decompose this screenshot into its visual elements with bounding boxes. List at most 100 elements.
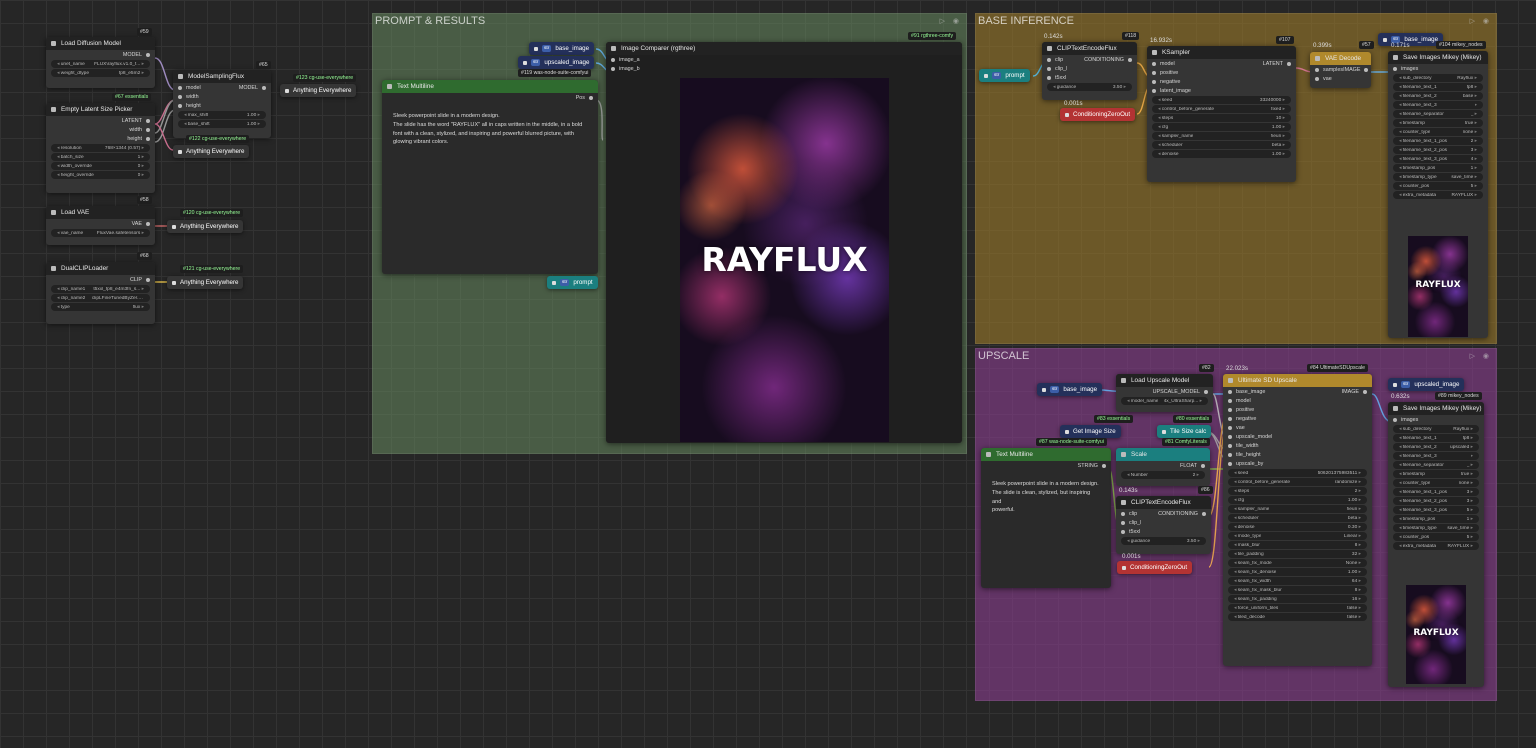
base-image-getter[interactable]: str base_image: [529, 42, 595, 55]
widget-seed[interactable]: seed506201375983511: [1228, 469, 1367, 477]
prompt-getter[interactable]: str prompt: [979, 69, 1030, 82]
upscale-model-input[interactable]: upscale_model: [1228, 434, 1272, 440]
widget-control-before-generate[interactable]: control_before_generaterandomize: [1228, 478, 1367, 486]
ksampler-node[interactable]: KSampler model LATENT positive negative l…: [1147, 46, 1296, 182]
guidance-widget[interactable]: guidance3.50: [1121, 537, 1206, 545]
widget-timestamp-pos[interactable]: timestamp_pos1: [1393, 164, 1483, 172]
upscaled-image-getter[interactable]: str upscaled_image: [518, 56, 595, 69]
t5xxl-input[interactable]: t5xxl: [1121, 529, 1140, 535]
negative-input[interactable]: negative: [1152, 79, 1180, 85]
image-a-input[interactable]: image_a: [611, 57, 640, 63]
vae-input[interactable]: vae: [1228, 425, 1245, 431]
model-sampling-flux-node[interactable]: ModelSamplingFlux model MODEL width heigh…: [173, 70, 271, 138]
base-output-preview[interactable]: RAYFLUX: [1408, 236, 1468, 337]
t5xxl-input[interactable]: t5xxl: [1047, 75, 1066, 81]
save-images-mikey-upscale-node[interactable]: Save Images Mikey (Mikey) images sub_dir…: [1388, 402, 1484, 687]
widget-timestamp-type[interactable]: timestamp_typesave_time: [1393, 524, 1479, 532]
widget-sub-directory[interactable]: sub_directoryRayflux: [1393, 425, 1479, 433]
model-input[interactable]: model: [1228, 398, 1251, 404]
upscaled-output-preview[interactable]: RAYFLUX: [1406, 585, 1466, 684]
widget-sampler-name[interactable]: sampler_nameheun: [1152, 132, 1291, 140]
clip-type-widget[interactable]: typeflux: [51, 303, 150, 311]
negative-input[interactable]: negative: [1228, 416, 1256, 422]
anything-everywhere-121[interactable]: Anything Everywhere: [167, 276, 244, 289]
string-output[interactable]: STRING: [1078, 463, 1106, 469]
anything-everywhere-120[interactable]: Anything Everywhere: [167, 220, 244, 233]
number-widget[interactable]: Number2: [1121, 471, 1205, 479]
positive-input[interactable]: positive: [1228, 407, 1254, 413]
widget-filename-text-1[interactable]: filename_text_1fp8: [1393, 434, 1479, 442]
save-images-mikey-base-node[interactable]: Save Images Mikey (Mikey) images sub_dir…: [1388, 51, 1488, 338]
widget-sampler-name[interactable]: sampler_nameheun: [1228, 505, 1367, 513]
get-image-size-node[interactable]: Get Image Size: [1060, 425, 1121, 438]
widget-filename-text-3-pos[interactable]: filename_text_3_pos4: [1393, 155, 1483, 163]
widget-scheduler[interactable]: schedulerbeta: [1152, 141, 1291, 149]
widget-force-uniform-tiles[interactable]: force_uniform_tilesfalse: [1228, 604, 1367, 612]
anything-everywhere-123[interactable]: Anything Everywhere: [280, 84, 357, 97]
widget-extra-metadata[interactable]: extra_metadataRAYFLUX: [1393, 191, 1483, 199]
clip-name2-widget[interactable]: clip_name2clipLFineTunedByZer...: [51, 294, 150, 302]
latent-output[interactable]: LATENT: [122, 118, 150, 124]
base-image-input[interactable]: base_image: [1228, 389, 1265, 395]
model-output[interactable]: MODEL: [239, 85, 266, 91]
widget-extra-metadata[interactable]: extra_metadataRAYFLUX: [1393, 542, 1479, 550]
clip-text-encode-flux-upscale-node[interactable]: CLIPTextEncodeFlux clip CONDITIONING clip…: [1116, 496, 1211, 554]
widget-counter-pos[interactable]: counter_pos5: [1393, 533, 1479, 541]
widget-scheduler[interactable]: schedulerbeta: [1228, 514, 1367, 522]
widget-timestamp-type[interactable]: timestamp_typesave_time: [1393, 173, 1483, 181]
load-vae-node[interactable]: Load VAE VAE vae_nameFluxVae.safetensors: [46, 206, 155, 245]
widget-counter-type[interactable]: counter_typenone: [1393, 479, 1479, 487]
widget-filename-text-3-pos[interactable]: filename_text_3_pos5: [1393, 506, 1479, 514]
max-shift-widget[interactable]: max_shift1.00: [178, 111, 266, 119]
widget-filename-text-2[interactable]: filename_text_2base: [1393, 92, 1483, 100]
load-diffusion-model-node[interactable]: Load Diffusion Model MODEL unet_nameFLUX…: [46, 37, 155, 88]
widget-filename-text-3[interactable]: filename_text_3: [1393, 101, 1483, 109]
base-shift-widget[interactable]: base_shift1.00: [178, 120, 266, 128]
upscaled-image-setter[interactable]: str upscaled_image: [1388, 378, 1465, 391]
vae-name-widget[interactable]: vae_nameFluxVae.safetensors: [51, 229, 150, 237]
float-output[interactable]: FLOAT: [1180, 463, 1205, 469]
widget-filename-text-1-pos[interactable]: filename_text_1_pos3: [1393, 488, 1479, 496]
vae-input[interactable]: vae: [1315, 76, 1332, 82]
height-override-widget[interactable]: height_override0: [51, 171, 150, 179]
text-multiline-upscale-node[interactable]: Text Multiline STRING Sleek powerpoint s…: [981, 448, 1111, 588]
batch-size-widget[interactable]: batch_size1: [51, 153, 150, 161]
base-image-getter-upscale[interactable]: str base_image: [1037, 383, 1103, 396]
resolution-widget[interactable]: resolution768×1344 (0.57): [51, 144, 150, 152]
widget-filename-text-2[interactable]: filename_text_2upscaled: [1393, 443, 1479, 451]
widget-filename-text-1[interactable]: filename_text_1fp8: [1393, 83, 1483, 91]
tile-width-input[interactable]: tile_width: [1228, 443, 1258, 449]
vae-decode-node[interactable]: VAE Decode samples IMAGE vae: [1310, 52, 1371, 88]
dual-clip-loader-node[interactable]: DualCLIPLoader CLIP clip_name1t5xxl_fp8_…: [46, 262, 155, 324]
widget-filename-text-3[interactable]: filename_text_3: [1393, 452, 1479, 460]
model-output[interactable]: MODEL: [123, 52, 150, 58]
conditioning-zero-out-node[interactable]: ConditioningZeroOut: [1060, 108, 1136, 121]
widget-steps[interactable]: steps10: [1152, 114, 1291, 122]
widget-filename-text-2-pos[interactable]: filename_text_2_pos3: [1393, 497, 1479, 505]
widget-filename-text-1-pos[interactable]: filename_text_1_pos2: [1393, 137, 1483, 145]
height-output[interactable]: height: [127, 136, 150, 142]
conditioning-output[interactable]: CONDITIONING: [1158, 511, 1206, 517]
widget-sub-directory[interactable]: sub_directoryRayflux: [1393, 74, 1483, 82]
unet-name-widget[interactable]: unet_nameFLUX\rayflux.v1.0_f...: [51, 60, 150, 68]
widget-seam-fix-width[interactable]: seam_fix_width64: [1228, 577, 1367, 585]
prompt-setter[interactable]: str prompt: [547, 276, 598, 289]
images-input[interactable]: images: [1393, 66, 1418, 72]
latent-image-input[interactable]: latent_image: [1152, 88, 1191, 94]
image-output[interactable]: IMAGE: [1343, 67, 1368, 73]
ultimate-sd-upscale-node[interactable]: Ultimate SD Upscale base_image IMAGE model…: [1223, 374, 1372, 666]
model-input[interactable]: model: [178, 85, 201, 91]
conditioning-zero-out-upscale-node[interactable]: ConditioningZeroOut: [1117, 561, 1193, 574]
widget-filename-text-2-pos[interactable]: filename_text_2_pos3: [1393, 146, 1483, 154]
clip-l-input[interactable]: clip_l: [1047, 66, 1067, 72]
upscale-model-output[interactable]: UPSCALE_MODEL: [1153, 389, 1208, 395]
samples-input[interactable]: samples: [1315, 67, 1343, 73]
widget-timestamp[interactable]: timestamptrue: [1393, 470, 1479, 478]
comparer-image[interactable]: RAYFLUX: [680, 78, 889, 442]
widget-cfg[interactable]: cfg1.00: [1228, 496, 1367, 504]
widget-mode-type[interactable]: mode_typeLinear: [1228, 532, 1367, 540]
image-output[interactable]: IMAGE: [1342, 389, 1367, 395]
model-input[interactable]: model: [1152, 61, 1175, 67]
positive-input[interactable]: positive: [1152, 70, 1178, 76]
widget-denoise[interactable]: denoise1.00: [1152, 150, 1291, 158]
